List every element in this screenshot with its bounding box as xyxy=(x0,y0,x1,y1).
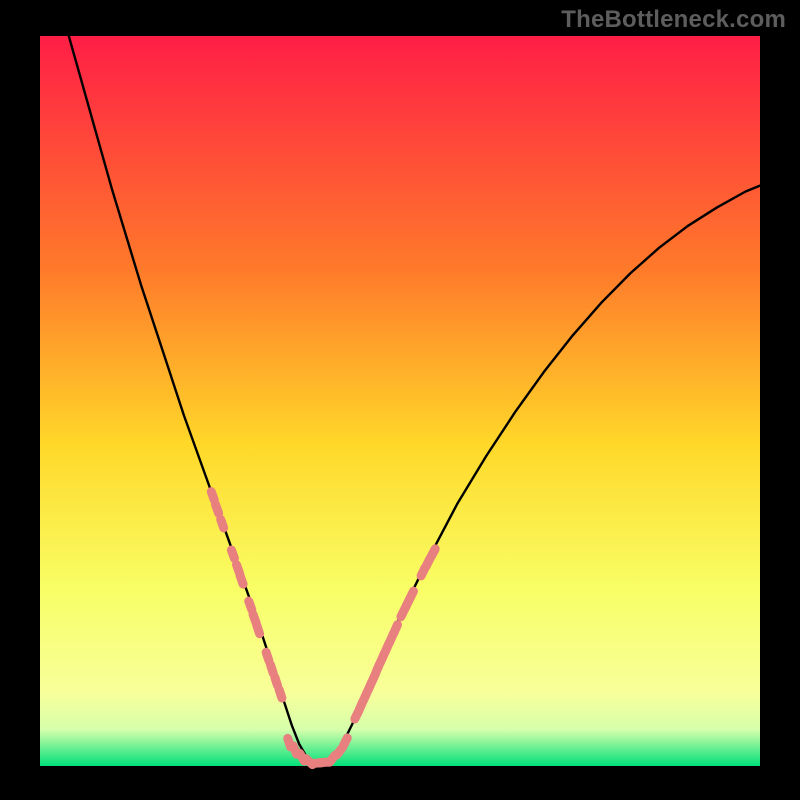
bottleneck-chart xyxy=(0,0,800,800)
plot-background xyxy=(40,36,760,766)
chart-frame: TheBottleneck.com xyxy=(0,0,800,800)
watermark-text: TheBottleneck.com xyxy=(561,6,786,34)
